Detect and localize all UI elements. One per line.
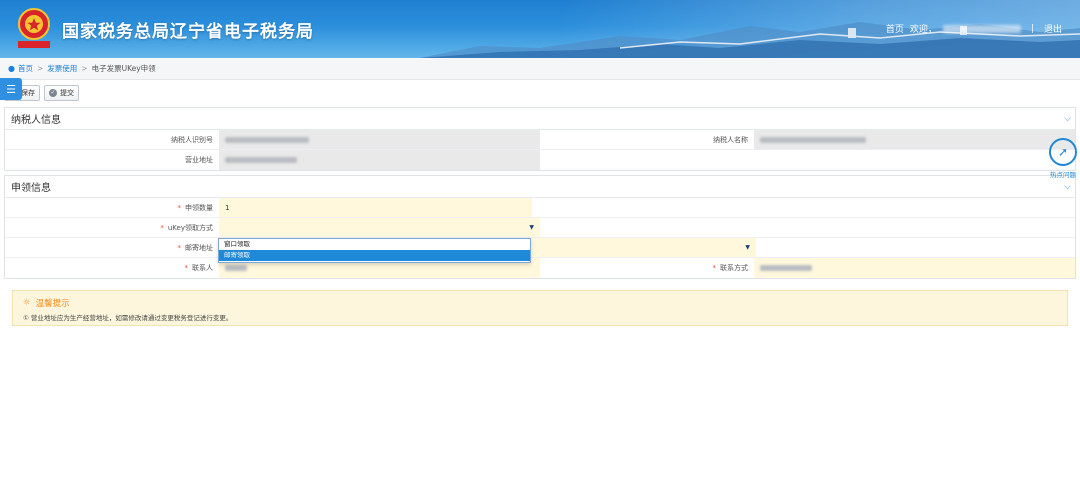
ukey-method-row: * uKey领取方式 ▼ xyxy=(5,218,1075,238)
user-name-redacted xyxy=(942,24,1021,33)
business-address-value xyxy=(219,150,540,170)
taxpayer-info-panel: 纳税人信息 ⌵ 纳税人识别号 纳税人名称 营业地址 xyxy=(4,107,1076,171)
application-info-title: 申领信息 xyxy=(11,183,51,194)
hot-question-label: 热点问题 xyxy=(1050,171,1076,179)
taxpayer-id-label: 纳税人识别号 xyxy=(171,135,213,144)
contact-row: * 联系人 * 联系方式 xyxy=(5,258,1075,278)
business-address-label: 营业地址 xyxy=(185,156,213,164)
location-pin-icon: ● xyxy=(8,64,15,73)
quantity-row: * 申领数量 1 xyxy=(5,198,1075,218)
mail-address-select[interactable]: ▼ xyxy=(532,238,756,257)
ukey-method-select[interactable]: ▼ xyxy=(219,218,540,237)
dropdown-arrow-icon[interactable]: ▼ xyxy=(529,224,534,231)
taxpayer-info-header[interactable]: 纳税人信息 ⌵ xyxy=(5,108,1075,130)
dropdown-arrow-icon[interactable]: ▼ xyxy=(745,244,750,251)
nav-separator: | xyxy=(1030,23,1034,34)
taxpayer-name-label: 纳税人名称 xyxy=(713,135,748,144)
menu-icon[interactable]: ☰ xyxy=(0,78,22,100)
pointer-click-icon: ➚ xyxy=(1049,138,1077,166)
warm-tip-box: ☼ 温馨提示 ① 营业地址应为生产经营地址，如需修改请通过变更税务登记进行变更。 xyxy=(12,290,1068,326)
taxpayer-row-1: 纳税人识别号 纳税人名称 xyxy=(5,130,1075,150)
chevron-down-icon[interactable]: ⌵ xyxy=(1064,114,1071,124)
hot-question-widget[interactable]: ➚ 热点问题 xyxy=(1046,138,1080,184)
nav-welcome-text: 欢迎， xyxy=(909,25,937,35)
application-info-panel: 申领信息 ⌵ * 申领数量 1 * uKey领取方式 ▼ * 邮寄地址 ▼ * 联系人 … xyxy=(4,175,1076,279)
warm-tip-title: ☼ 温馨提示 xyxy=(23,298,70,309)
taxpayer-id-value xyxy=(219,130,540,149)
top-nav: 首页 欢迎， | 退出 xyxy=(886,22,1062,36)
site-header: 国家税务总局辽宁省电子税务局 首页 欢迎， | 退出 xyxy=(0,0,1080,58)
warm-tip-text: ① 营业地址应为生产经营地址，如需修改请通过变更税务登记进行变更。 xyxy=(23,314,233,322)
breadcrumb: ● 首页 > 发票使用 > 电子发票UKey申领 xyxy=(0,58,1080,80)
nav-logout-link[interactable]: 退出 xyxy=(1044,22,1062,35)
breadcrumb-current: 电子发票UKey申领 xyxy=(91,64,156,73)
submit-button[interactable]: ✓ 提交 xyxy=(44,85,79,101)
application-info-header[interactable]: 申领信息 ⌵ xyxy=(5,176,1075,198)
contact-phone-label: * 联系方式 xyxy=(712,264,749,272)
mail-address-row: * 邮寄地址 ▼ xyxy=(5,238,1075,258)
ukey-method-label: * uKey领取方式 xyxy=(160,223,213,232)
taxpayer-row-2: 营业地址 xyxy=(5,150,1075,170)
quantity-input[interactable]: 1 xyxy=(219,198,532,217)
dropdown-option-window[interactable]: 窗口领取 xyxy=(219,239,530,250)
contact-label: * 联系人 xyxy=(184,264,214,272)
dropdown-option-mail[interactable]: 邮寄领取 xyxy=(219,250,530,261)
nav-home-link[interactable]: 首页 xyxy=(886,22,904,35)
quantity-label: * 申领数量 xyxy=(177,203,214,212)
tax-emblem-logo xyxy=(18,8,50,48)
taxpayer-name-value xyxy=(754,130,1075,149)
site-title: 国家税务总局辽宁省电子税务局 xyxy=(62,22,314,42)
check-circle-icon: ✓ xyxy=(49,89,57,97)
contact-phone-input[interactable] xyxy=(754,258,1075,278)
ukey-method-dropdown[interactable]: 窗口领取 邮寄领取 xyxy=(218,238,531,263)
breadcrumb-invoice-use[interactable]: 发票使用 xyxy=(47,63,77,74)
taxpayer-info-title: 纳税人信息 xyxy=(11,115,61,126)
submit-label: 提交 xyxy=(60,89,74,97)
breadcrumb-home[interactable]: 首页 xyxy=(18,63,33,74)
mail-address-label: * 邮寄地址 xyxy=(177,243,214,252)
save-label: 保存 xyxy=(21,89,35,97)
breadcrumb-chevron-icon: > xyxy=(81,64,88,73)
sun-icon: ☼ xyxy=(23,298,31,308)
breadcrumb-chevron-icon: > xyxy=(36,64,44,73)
